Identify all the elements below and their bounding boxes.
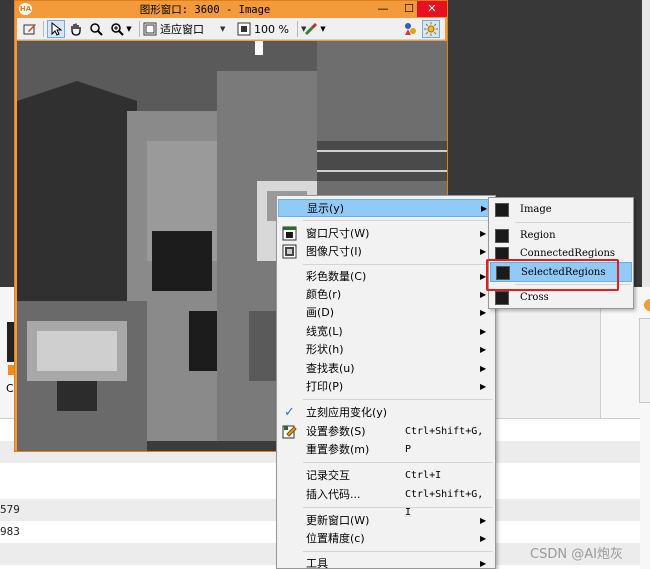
menu-item-label: 工具 [306,557,328,569]
inspect-icon[interactable] [401,20,419,38]
menu-item-reset-parameters[interactable]: 重置参数(m) [278,441,494,459]
menu-item-label: 更新窗口(W) [306,514,370,527]
menu-item-record-interaction[interactable]: 记录交互 Ctrl+I [278,467,494,485]
menu-item-label: 线宽(L) [306,325,343,338]
menu-item-insert-code[interactable]: 插入代码... Ctrl+Shift+G, I [278,486,494,518]
annotation-highlight-box [486,259,619,291]
submenu-arrow-icon: ▶ [480,516,487,525]
menu-shortcut: Ctrl+I [405,470,442,481]
pointer-icon[interactable] [47,20,65,38]
set-parameters-icon [282,425,297,439]
submenu-item-image[interactable]: Image [490,200,632,220]
menu-item-label: 重置参数(m) [306,443,370,456]
zoom-in-icon[interactable]: ▼ [107,20,135,38]
menu-item-tools[interactable]: 工具 ▶ [278,555,494,569]
display-submenu: Image Region ConnectedRegions SelectedRe… [488,197,634,309]
menu-item-label: 彩色数量(C) [306,270,367,283]
menu-item-label: 图像尺寸(I) [306,245,362,258]
zoom-mode-select[interactable]: 适应窗口 ▼ [143,20,225,38]
submenu-item-label: Region [520,230,556,241]
zoom-percent-icon [237,22,251,36]
menu-item-label: 记录交互 [306,469,350,482]
submenu-item-region[interactable]: Region [490,226,632,246]
menu-item-window-size[interactable]: 窗口尺寸(W) ▶ [278,225,494,243]
submenu-arrow-icon: ▶ [481,204,488,213]
check-icon: ✓ [284,405,295,420]
menu-item-label: 窗口尺寸(W) [306,227,370,240]
zoom-mode-label: 适应窗口 [160,23,204,36]
submenu-item-label: Cross [520,292,549,303]
submenu-item-label: Image [520,204,552,215]
submenu-item-cross[interactable]: Cross [490,288,632,308]
fit-window-icon [143,22,157,36]
pan-hand-icon[interactable] [67,20,85,38]
submenu-arrow-icon: ▶ [480,247,487,256]
submenu-arrow-icon: ▶ [480,308,487,317]
menu-item-label: 立刻应用变化(y) [306,406,388,419]
menu-item-apply-immediately[interactable]: ✓ 立刻应用变化(y) [278,404,494,422]
menu-item-position-precision[interactable]: 位置精度(c) ▶ [278,530,494,548]
window-title: 图形窗口: 3600 - Image [139,4,271,16]
watermark: CSDN @AI炮灰 [530,547,623,562]
menu-item-draw[interactable]: 画(D) ▶ [278,304,494,322]
minimize-button[interactable]: — [370,1,396,17]
image-icon [495,203,509,217]
background-edge [642,0,650,287]
menu-item-label: 显示(y) [307,202,345,215]
menu-item-shape[interactable]: 形状(h) ▶ [278,341,494,359]
magnifier-icon[interactable] [87,20,105,38]
menu-item-color-count[interactable]: 彩色数量(C) ▶ [278,268,494,286]
menu-item-label: 插入代码... [306,488,361,501]
left-panel-letter: C [6,382,14,395]
color-picker-icon[interactable]: ▼ [301,20,329,38]
menu-item-lut[interactable]: 查找表(u) ▶ [278,360,494,378]
cross-icon [495,291,509,305]
halcon-icon [644,299,650,311]
menu-item-display[interactable]: 显示(y) ▶ [278,199,494,217]
submenu-arrow-icon: ▶ [480,229,487,238]
menu-item-label: 画(D) [306,306,335,319]
menu-item-update-window[interactable]: 更新窗口(W) ▶ [278,512,494,530]
menu-item-label: 设置参数(S) [306,425,366,438]
zoom-percent-select[interactable]: 100 % ▼ [237,20,306,38]
settings-sun-icon[interactable] [422,20,440,38]
context-menu: 显示(y) ▶ 窗口尺寸(W) ▶ 图像尺寸(I) ▶ 彩色数量(C) ▶ 颜色… [276,195,496,569]
menu-item-label: 位置精度(c) [306,532,365,545]
submenu-arrow-icon: ▶ [480,327,487,336]
menu-item-line-width[interactable]: 线宽(L) ▶ [278,323,494,341]
menu-item-image-size[interactable]: 图像尺寸(I) ▶ [278,243,494,261]
close-button[interactable]: ✕ [417,1,447,17]
menu-item-set-parameters[interactable]: 设置参数(S) Ctrl+Shift+G, P [278,423,494,455]
submenu-arrow-icon: ▶ [480,382,487,391]
submenu-arrow-icon: ▶ [480,364,487,373]
region-icon [495,229,509,243]
menu-item-color[interactable]: 颜色(r) ▶ [278,286,494,304]
menu-item-print[interactable]: 打印(P) ▶ [278,378,494,396]
menu-item-label: 打印(P) [306,380,344,393]
menu-item-label: 查找表(u) [306,362,355,375]
right-panel-box [639,318,650,403]
submenu-arrow-icon: ▶ [480,345,487,354]
menu-item-label: 颜色(r) [306,288,342,301]
submenu-arrow-icon: ▶ [480,534,487,543]
graphics-toolbar: ▼ 适应窗口 ▼ 100 % ▼ ▼ [17,18,445,40]
window-size-icon [282,226,297,241]
menu-item-label: 形状(h) [306,343,344,356]
zoom-percent-label: 100 % [254,22,289,36]
submenu-arrow-icon: ▶ [480,559,487,568]
image-size-icon [282,244,297,259]
graphics-window-titlebar[interactable]: HA 图形窗口: 3600 - Image — ☐ ✕ [15,1,447,17]
edit-icon[interactable] [21,20,39,38]
